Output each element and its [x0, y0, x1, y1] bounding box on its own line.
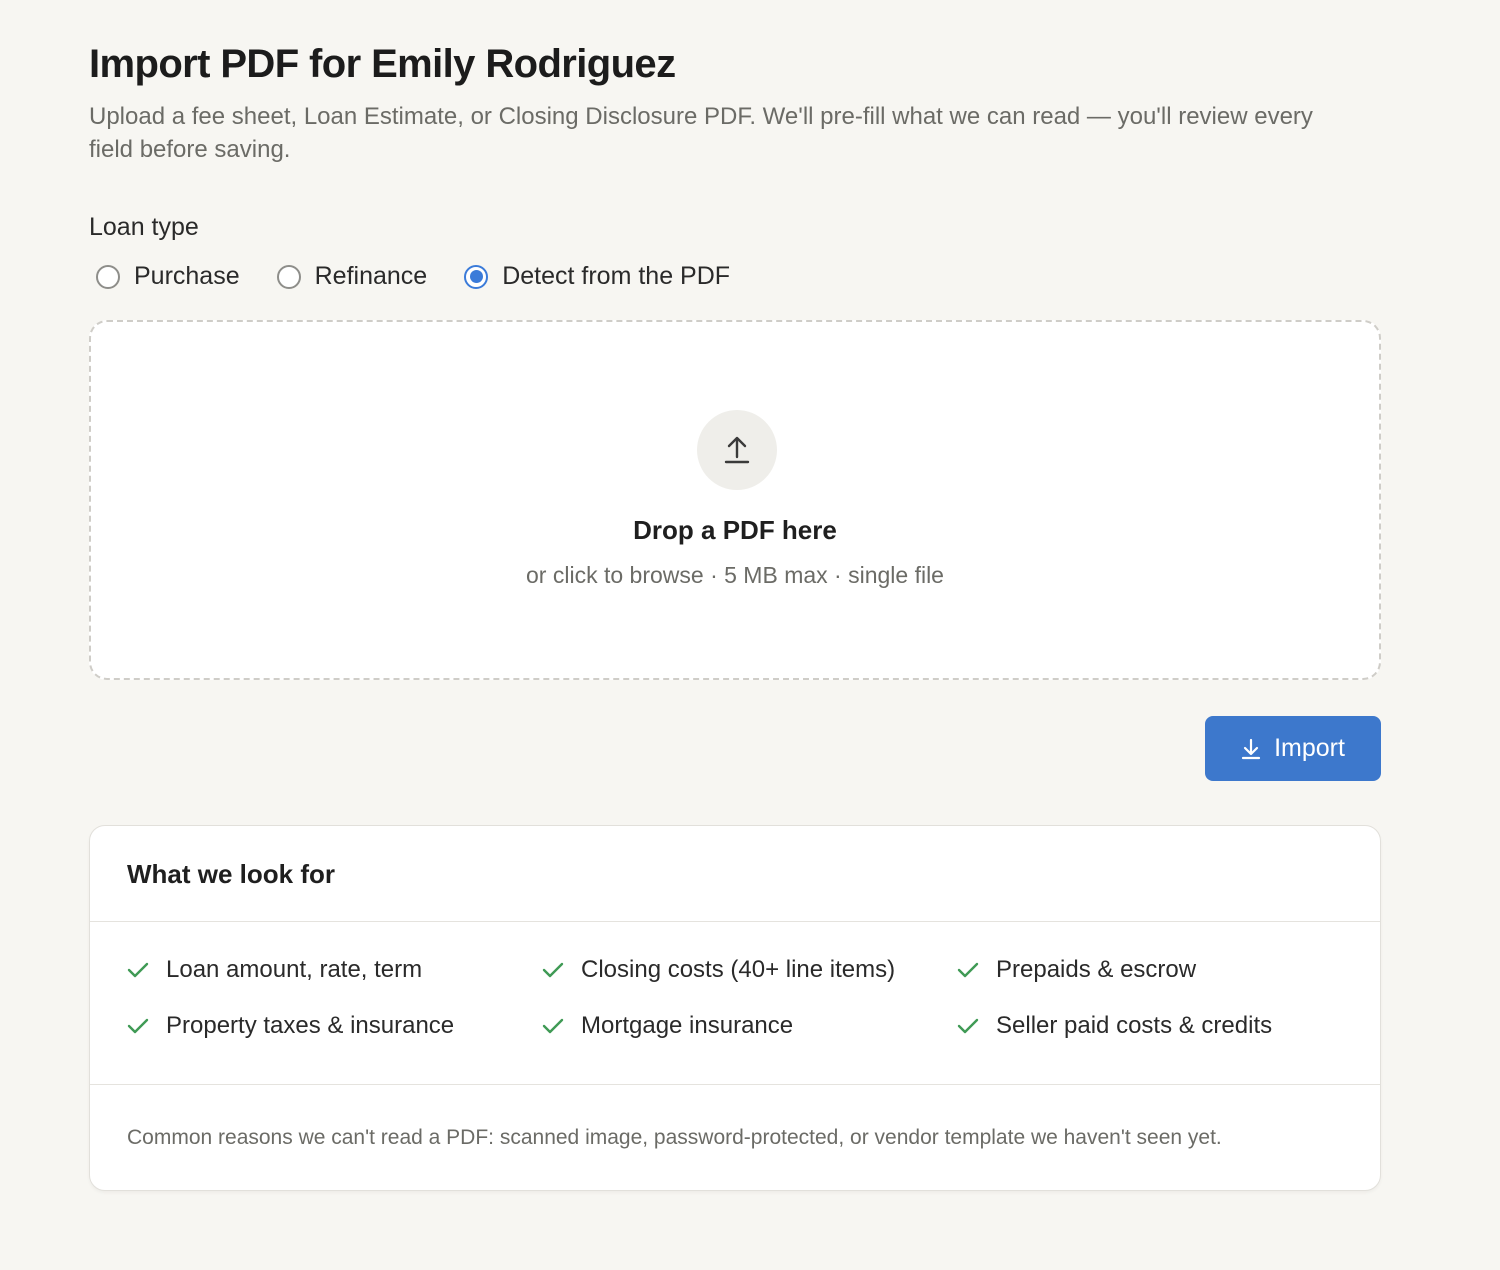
- import-pdf-page: Import PDF for Emily Rodriguez Upload a …: [0, 0, 1500, 1270]
- card-footer: Common reasons we can't read a PDF: scan…: [90, 1084, 1380, 1190]
- radio-label-purchase: Purchase: [134, 262, 240, 290]
- feature-label: Seller paid costs & credits: [996, 1012, 1273, 1039]
- check-icon: [542, 962, 564, 978]
- feature-label: Property taxes & insurance: [166, 1012, 455, 1039]
- feature-label: Mortgage insurance: [581, 1012, 794, 1039]
- feature-item: Property taxes & insurance: [127, 1012, 454, 1040]
- page-subtitle: Upload a fee sheet, Loan Estimate, or Cl…: [89, 103, 1313, 163]
- what-we-look-for-card: What we look for Loan amount, rate, term…: [89, 825, 1381, 1191]
- dropzone-hint: or click to browse · 5 MB max · single f…: [526, 562, 944, 588]
- dropzone-title: Drop a PDF here: [633, 515, 837, 545]
- radio-option-purchase[interactable]: Purchase: [96, 262, 240, 291]
- download-icon: [1241, 738, 1261, 760]
- radio-option-refinance[interactable]: Refinance: [276, 262, 428, 291]
- loan-type-label: Loan type: [89, 213, 199, 241]
- radio-label-refinance: Refinance: [314, 262, 428, 290]
- radio-option-detect[interactable]: Detect from the PDF: [464, 262, 730, 291]
- card-title: What we look for: [127, 859, 335, 889]
- feature-label: Closing costs (40+ line items): [581, 956, 896, 983]
- feature-label: Loan amount, rate, term: [166, 956, 423, 983]
- check-icon: [957, 962, 979, 978]
- import-button[interactable]: Import: [1205, 716, 1381, 781]
- feature-item: Seller paid costs & credits: [957, 1012, 1272, 1040]
- feature-item: Loan amount, rate, term: [127, 956, 422, 984]
- check-icon: [957, 1018, 979, 1034]
- feature-label: Prepaids & escrow: [996, 956, 1197, 983]
- radio-button-purchase[interactable]: [96, 264, 120, 289]
- pdf-dropzone[interactable]: Drop a PDF here or click to browse · 5 M…: [89, 320, 1381, 680]
- loan-type-radio-group: Purchase Refinance Detect from the PDF: [96, 262, 767, 291]
- feature-item: Closing costs (40+ line items): [542, 956, 895, 984]
- feature-list: Loan amount, rate, term Closing costs (4…: [127, 956, 1357, 1086]
- check-icon: [542, 1018, 564, 1034]
- feature-item: Mortgage insurance: [542, 1012, 793, 1040]
- feature-item: Prepaids & escrow: [957, 956, 1196, 984]
- import-button-label: Import: [1274, 734, 1345, 762]
- card-header: What we look for: [90, 826, 1380, 922]
- footnote-text: Common reasons we can't read a PDF: scan…: [127, 1126, 1222, 1149]
- radio-label-detect: Detect from the PDF: [502, 262, 731, 290]
- upload-icon: [697, 410, 777, 490]
- radio-button-refinance[interactable]: [276, 264, 301, 289]
- check-icon: [127, 1018, 149, 1034]
- page-title: Import PDF for Emily Rodriguez: [89, 42, 676, 86]
- check-icon: [127, 962, 149, 978]
- radio-button-detect[interactable]: [464, 264, 489, 289]
